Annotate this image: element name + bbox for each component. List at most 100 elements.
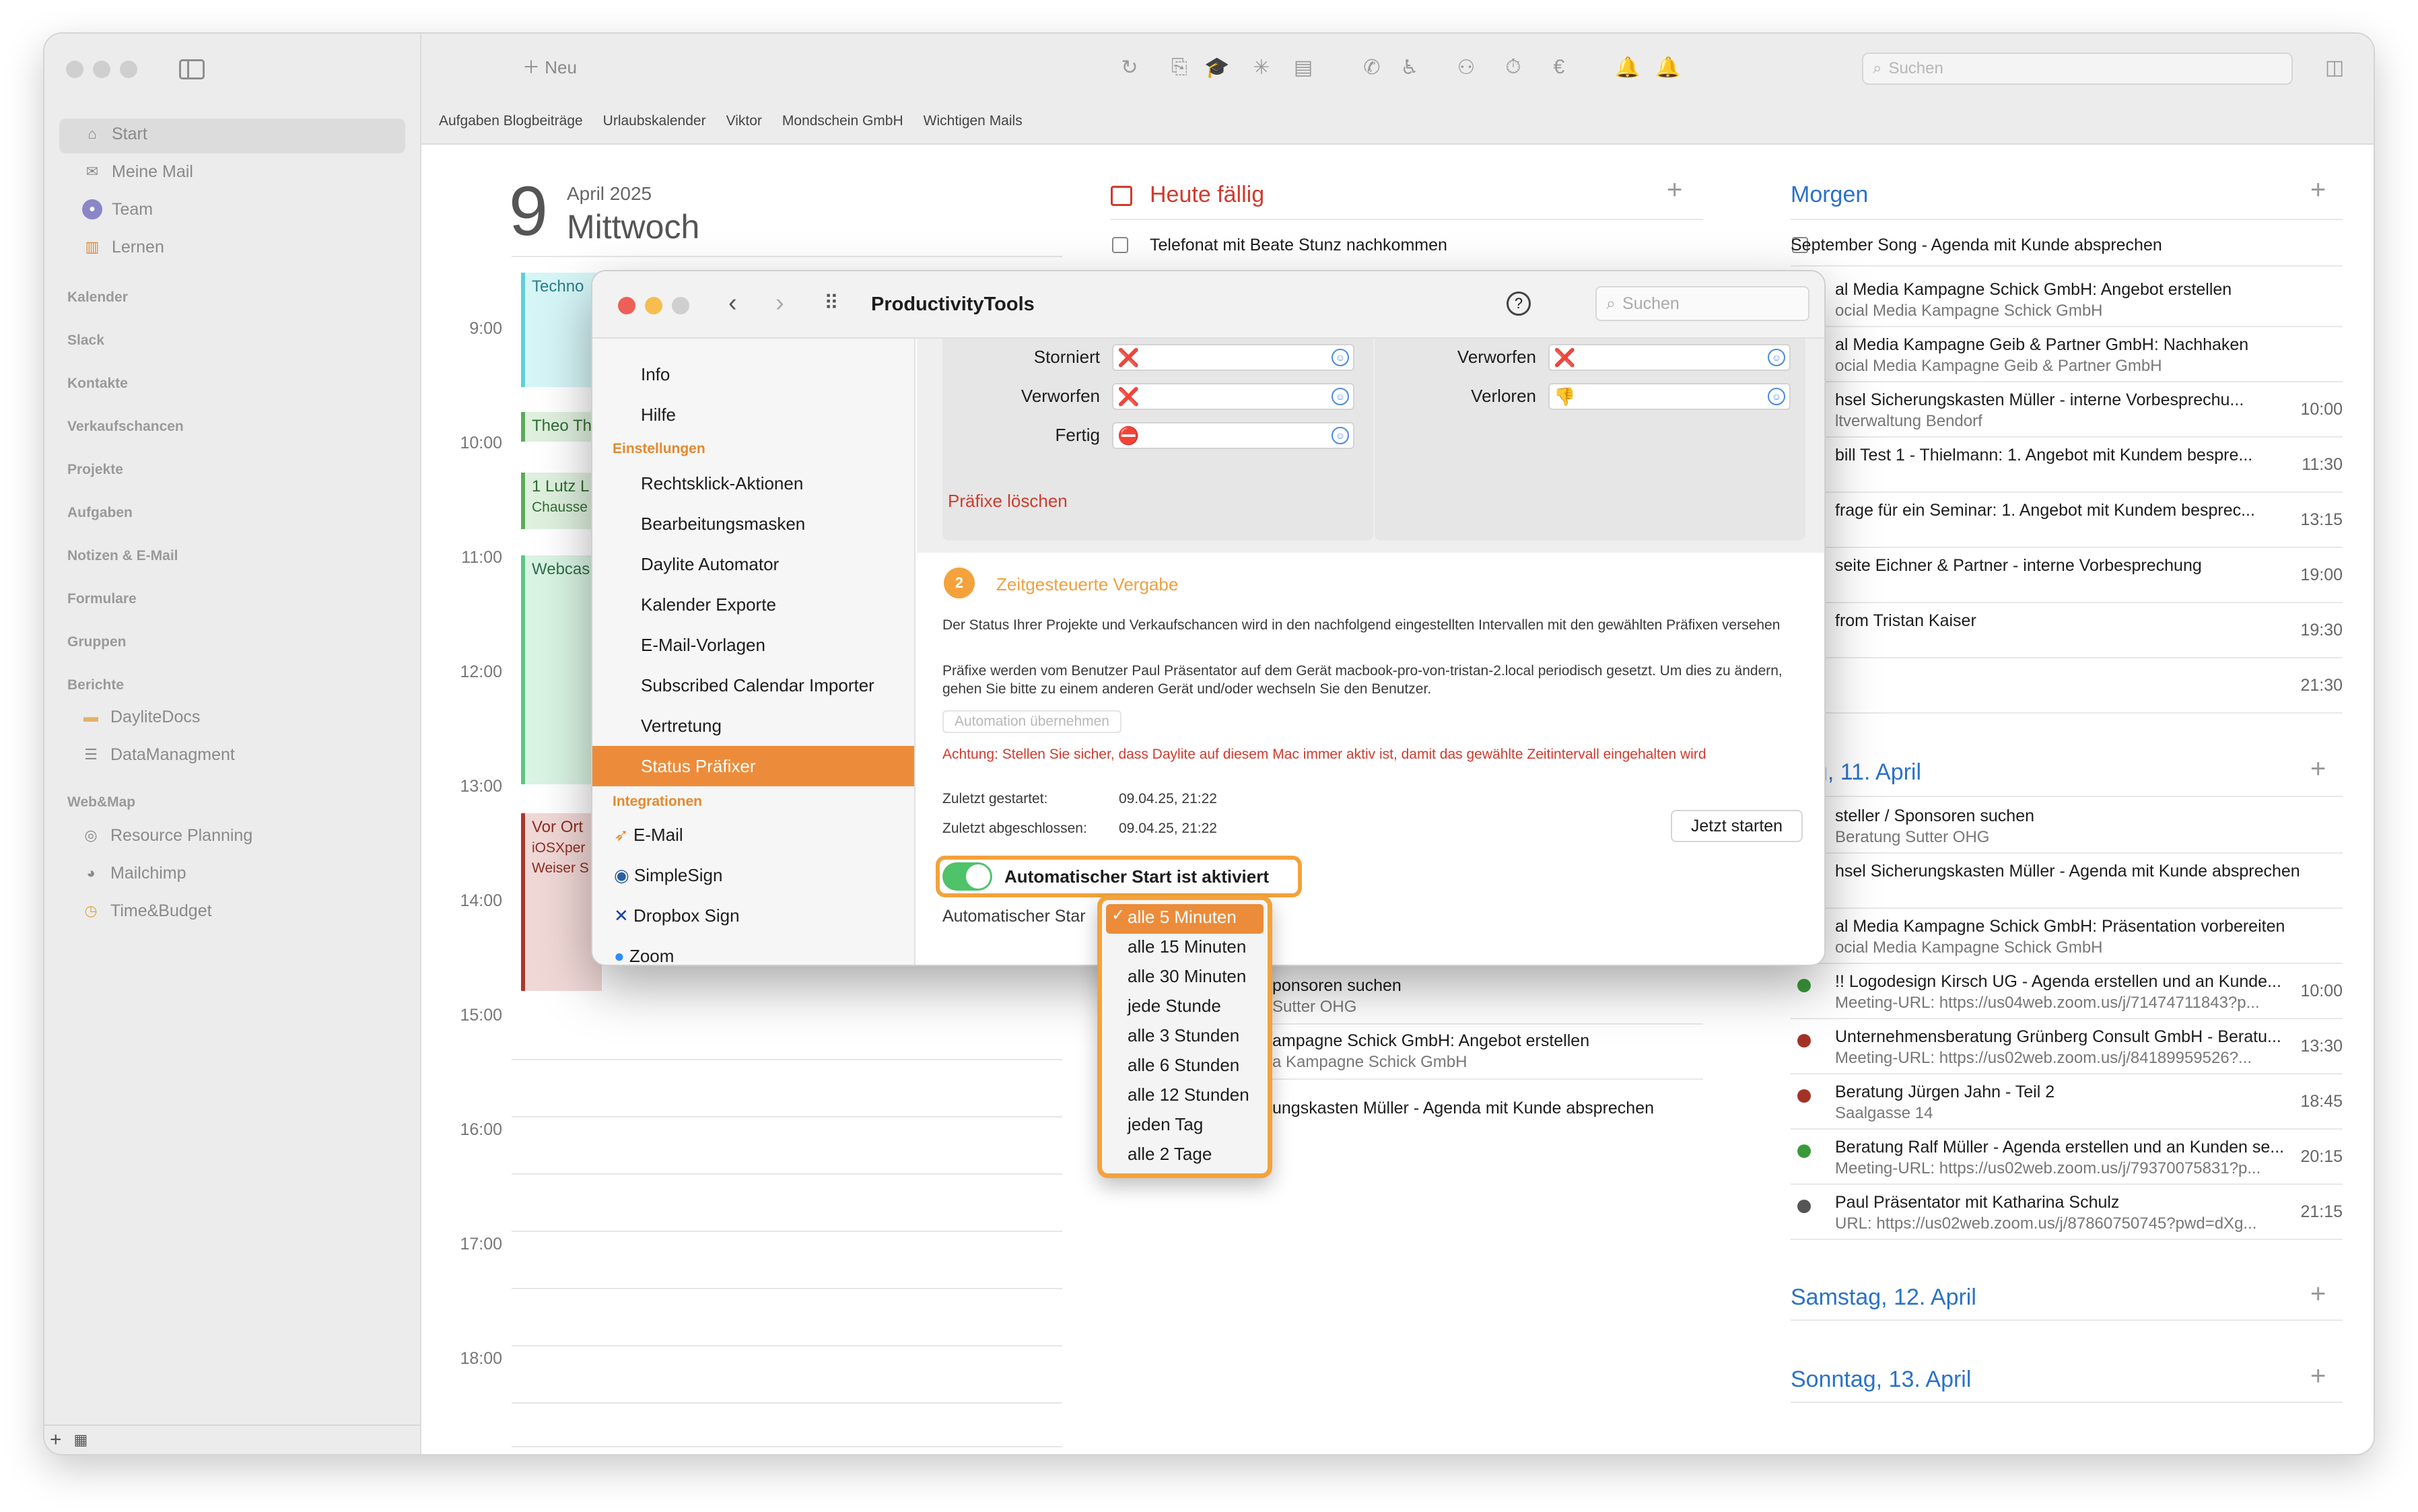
sidebar-item-daylitedocs[interactable]: ▬ DayliteDocs: [81, 707, 200, 727]
agenda-item-title[interactable]: Unternehmensberatung Grünberg Consult Gm…: [1835, 1027, 2281, 1047]
dialog-nav-hilfe[interactable]: Hilfe: [641, 405, 676, 425]
agenda-item-title[interactable]: hsel Sicherungskasten Müller - Agenda mi…: [1835, 862, 2300, 881]
sidebar-section-slack[interactable]: Slack: [67, 333, 104, 349]
dialog-nav-bearbeitungsmasken[interactable]: Bearbeitungsmasken: [641, 514, 805, 535]
dialog-nav-rechtsklick[interactable]: Rechtsklick-Aktionen: [641, 473, 803, 494]
phone-icon[interactable]: ✆: [1357, 53, 1387, 82]
agenda-item-title[interactable]: al Media Kampagne Schick GmbH: Präsentat…: [1835, 917, 2285, 936]
network-icon[interactable]: ⚇: [1451, 53, 1481, 82]
calendar-event[interactable]: Techno: [521, 273, 602, 387]
morgen-task[interactable]: September Song - Agenda mit Kunde abspre…: [1791, 236, 2162, 255]
new-button[interactable]: ＋ Neu: [522, 54, 577, 79]
agenda-item-title[interactable]: al Media Kampagne Schick GmbH: Angebot e…: [1835, 280, 2232, 300]
calendar-event[interactable]: Webcas: [521, 555, 602, 784]
sidebar-item-datamanagment[interactable]: ☰ DataManagment: [81, 745, 235, 765]
sidebar-item-start[interactable]: ⌂ Start: [82, 124, 147, 144]
agenda-item-title[interactable]: Beratung Jürgen Jahn - Teil 2: [1835, 1083, 2054, 1102]
bell-muted-icon[interactable]: 🔔: [1613, 53, 1643, 82]
timer-icon[interactable]: ⏱: [1498, 53, 1528, 82]
add-task-tomorrow-button[interactable]: +: [2310, 175, 2326, 205]
graduation-cap-icon[interactable]: 🎓: [1202, 53, 1232, 82]
agenda-item-title[interactable]: frage für ein Seminar: 1. Angebot mit Ku…: [1835, 501, 2255, 520]
agenda-item-title[interactable]: Paul Präsentator mit Katharina Schulz: [1835, 1193, 2119, 1212]
close-window-button[interactable]: [66, 61, 83, 78]
sidebar-section-berichte[interactable]: Berichte: [67, 677, 124, 693]
emoji-picker-icon[interactable]: ☺: [1332, 388, 1349, 405]
sidebar-item-time-budget[interactable]: ◷ Time&Budget: [81, 901, 211, 921]
forward-icon[interactable]: ›: [775, 289, 784, 318]
dialog-nav-calendar-importer[interactable]: Subscribed Calendar Importer: [641, 675, 874, 696]
favorite-item[interactable]: Aufgaben Blogbeiträge: [439, 113, 583, 129]
sidebar-section-kontakte[interactable]: Kontakte: [67, 376, 128, 392]
prefix-field[interactable]: ❌ ☺: [1112, 383, 1354, 410]
help-button[interactable]: ?: [1507, 291, 1531, 316]
sidebar-item-meine-mail[interactable]: ✉ Meine Mail: [82, 162, 193, 182]
sidebar-section-gruppen[interactable]: Gruppen: [67, 634, 127, 650]
dialog-nav-simplesign[interactable]: ◉ SimpleSign: [614, 865, 722, 886]
sidebar-section-aufgaben[interactable]: Aufgaben: [67, 505, 133, 521]
interval-option[interactable]: alle 6 Stunden: [1128, 1055, 1239, 1076]
interval-option[interactable]: alle 30 Minuten: [1128, 966, 1246, 987]
interval-option[interactable]: alle 2 Tage: [1128, 1144, 1212, 1165]
euro-icon[interactable]: €: [1544, 53, 1574, 82]
dialog-nav-status-praefixer[interactable]: Status Präfixer: [641, 756, 756, 777]
dialog-nav-email-vorlagen[interactable]: E-Mail-Vorlagen: [641, 635, 765, 656]
automation-takeover-button[interactable]: Automation übernehmen: [942, 710, 1121, 733]
layout-icon[interactable]: ▤: [1288, 53, 1318, 82]
start-now-button[interactable]: Jetzt starten: [1671, 810, 1803, 842]
dialog-nav-vertretung[interactable]: Vertretung: [641, 716, 722, 736]
spinner-icon[interactable]: ✳: [1247, 53, 1276, 82]
sidebar-section-projekte[interactable]: Projekte: [67, 462, 123, 478]
search-field[interactable]: ⌕ Suchen: [1862, 53, 2293, 85]
interval-option[interactable]: alle 12 Stunden: [1128, 1085, 1249, 1105]
dialog-nav-kalender-exporte[interactable]: Kalender Exporte: [641, 594, 776, 615]
dialog-nav-info[interactable]: Info: [641, 364, 670, 385]
add-task-friday-button[interactable]: +: [2310, 754, 2326, 784]
agenda-item-title[interactable]: Beratung Ralf Müller - Agenda erstellen …: [1835, 1138, 2284, 1157]
calendar-event[interactable]: Vor Ort iOSXper Weiser S: [521, 813, 602, 991]
prefix-field[interactable]: ❌ ☺: [1548, 344, 1791, 371]
calendar-event[interactable]: Theo Th: [521, 412, 602, 442]
accessibility-icon[interactable]: ♿: [1395, 53, 1424, 82]
minimize-window-button[interactable]: [93, 61, 110, 78]
calendar-event[interactable]: 1 Lutz L Chausse: [521, 473, 602, 529]
clear-prefixes-link[interactable]: Präfixe löschen: [948, 491, 1068, 512]
auto-start-toggle[interactable]: [942, 862, 992, 891]
dialog-nav-zoom[interactable]: ● Zoom: [614, 946, 674, 965]
dialog-search-field[interactable]: ⌕ Suchen: [1595, 286, 1809, 321]
dialog-minimize-button[interactable]: [645, 297, 662, 314]
emoji-picker-icon[interactable]: ☺: [1768, 388, 1785, 405]
interval-option[interactable]: alle 3 Stunden: [1128, 1025, 1239, 1046]
bell-icon[interactable]: 🔔: [1653, 53, 1683, 82]
agenda-item-title[interactable]: hsel Sicherungskasten Müller - interne V…: [1835, 390, 2244, 410]
emoji-picker-icon[interactable]: ☺: [1768, 349, 1785, 366]
dialog-nav-dropbox-sign[interactable]: ✕ Dropbox Sign: [614, 905, 740, 926]
dialog-close-button[interactable]: [618, 297, 635, 314]
sidebar-item-resource-planning[interactable]: ◎ Resource Planning: [81, 825, 252, 846]
agenda-item-title[interactable]: steller / Sponsoren suchen: [1835, 806, 2034, 826]
favorite-item[interactable]: Viktor: [726, 113, 762, 129]
sidebar-section-notizen[interactable]: Notizen & E-Mail: [67, 548, 178, 564]
today-row-title[interactable]: ungskasten Müller - Agenda mit Kunde abs…: [1272, 1099, 1654, 1118]
prefix-field[interactable]: ⛔ ☺: [1112, 422, 1354, 449]
dialog-nav-automator[interactable]: Daylite Automator: [641, 554, 779, 575]
favorite-item[interactable]: Mondschein GmbH: [782, 113, 903, 129]
sidebar-item-mailchimp[interactable]: ◕ Mailchimp: [81, 863, 186, 883]
refresh-icon[interactable]: ↻: [1115, 53, 1144, 82]
agenda-item-title[interactable]: seite Eichner & Partner - interne Vorbes…: [1835, 556, 2202, 576]
add-task-sunday-button[interactable]: +: [2310, 1361, 2326, 1391]
sidebar-item-team[interactable]: ● Team: [82, 199, 153, 219]
task-title[interactable]: Telefonat mit Beate Stunz nachkommen: [1150, 236, 1447, 255]
interval-option[interactable]: jeden Tag: [1128, 1114, 1203, 1135]
sidebar-section-webmap[interactable]: Web&Map: [67, 794, 135, 811]
agenda-item-title[interactable]: al Media Kampagne Geib & Partner GmbH: N…: [1835, 335, 2248, 355]
add-task-today-button[interactable]: +: [1667, 175, 1682, 205]
agenda-item-title[interactable]: !! Logodesign Kirsch UG - Agenda erstell…: [1835, 972, 2281, 992]
agenda-item-title[interactable]: from Tristan Kaiser: [1835, 611, 1976, 631]
calendar-small-icon[interactable]: ▦: [74, 1431, 88, 1449]
add-button[interactable]: +: [50, 1429, 62, 1451]
emoji-picker-icon[interactable]: ☺: [1332, 427, 1349, 444]
emoji-picker-icon[interactable]: ☺: [1332, 349, 1349, 366]
today-row-title[interactable]: ampagne Schick GmbH: Angebot erstellen: [1272, 1031, 1589, 1051]
add-task-saturday-button[interactable]: +: [2310, 1279, 2326, 1309]
